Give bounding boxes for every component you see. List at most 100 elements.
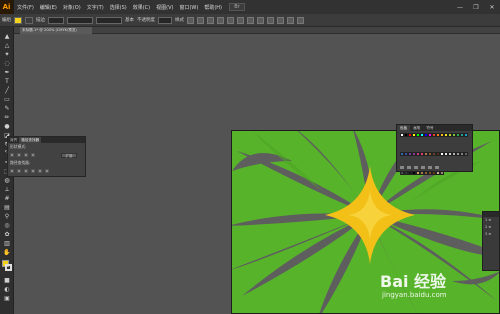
screen-mode-icon[interactable]: ▣: [3, 295, 11, 302]
window-controls: — ❐ ✕: [452, 0, 500, 14]
minus-back-icon[interactable]: [45, 169, 49, 173]
variable-width-dropdown[interactable]: [67, 16, 93, 24]
outline-icon[interactable]: [38, 169, 42, 173]
isolate-icon[interactable]: [227, 16, 234, 24]
pathfinders-label: 路径查找器:: [10, 160, 31, 165]
show-kinds-icon[interactable]: [407, 166, 411, 169]
draw-mode-icon[interactable]: ◐: [3, 286, 11, 293]
crop-icon[interactable]: [31, 169, 35, 173]
magic-wand-tool-icon[interactable]: ✦: [3, 51, 11, 58]
stroke-swatch[interactable]: [25, 16, 33, 24]
rectangle-tool-icon[interactable]: ▭: [3, 96, 11, 103]
expand-button[interactable]: 扩展: [61, 152, 77, 158]
fill-swatch[interactable]: [14, 16, 22, 24]
line-tool-icon[interactable]: ╱: [3, 87, 11, 94]
selection-tool-icon[interactable]: ▲: [3, 33, 11, 40]
symbol-sprayer-tool-icon[interactable]: ✿: [3, 231, 11, 238]
graph-tool-icon[interactable]: ▥: [3, 240, 11, 247]
align-icon[interactable]: [207, 16, 214, 24]
illustrator-window: Ai 文件(F) 编辑(E) 对象(O) 文字(T) 选择(S) 效果(C) 视…: [0, 0, 500, 314]
right-panel-line-3[interactable]: 3 ≡: [483, 231, 499, 238]
gradient-tool-icon[interactable]: ▤: [3, 204, 11, 211]
right-panel-line-2[interactable]: 2 ≡: [483, 224, 499, 231]
stroke-color-swatch[interactable]: [5, 264, 12, 271]
brush-definition-dropdown[interactable]: [96, 16, 122, 24]
pathfinders-label-row: 路径查找器:: [8, 159, 85, 167]
menu-select[interactable]: 选择(S): [107, 4, 130, 11]
document-tab[interactable]: 未标题-1* @ 200% (CMYK/预览): [20, 27, 92, 34]
swatch-library-icon[interactable]: [400, 166, 404, 169]
menu-type[interactable]: 文字(T): [84, 4, 107, 11]
restore-icon[interactable]: ❐: [468, 4, 484, 11]
blend-tool-icon[interactable]: ◎: [3, 222, 11, 229]
menu-view[interactable]: 视图(V): [153, 4, 176, 11]
minimize-icon[interactable]: —: [452, 4, 468, 11]
opacity-label: 不透明度: [137, 18, 155, 23]
align-bottom-icon[interactable]: [287, 16, 294, 24]
align-top-icon[interactable]: [267, 16, 274, 24]
blob-brush-tool-icon[interactable]: ●: [3, 123, 11, 130]
menu-file[interactable]: 文件(F): [14, 4, 37, 11]
pathfinder-panel: 对齐 路径查找器 形状模式: 扩展 路径查找器:: [7, 136, 86, 177]
merge-icon[interactable]: [24, 169, 28, 173]
tab-brushes[interactable]: 画笔: [410, 125, 423, 131]
new-swatch-icon[interactable]: [428, 166, 432, 169]
pencil-tool-icon[interactable]: ✏: [3, 114, 11, 121]
menu-help[interactable]: 帮助(H): [201, 4, 225, 11]
menu-edit[interactable]: 编辑(E): [37, 4, 60, 11]
perspective-grid-tool-icon[interactable]: ⟂: [3, 186, 11, 193]
new-color-group-icon[interactable]: [421, 166, 425, 169]
menu-bar: Ai 文件(F) 编辑(E) 对象(O) 文字(T) 选择(S) 效果(C) 视…: [0, 0, 500, 14]
align-left-icon[interactable]: [237, 16, 244, 24]
menu-object[interactable]: 对象(O): [60, 4, 84, 11]
watermark-logo: Bai 经验: [380, 272, 447, 291]
tab-pathfinder[interactable]: 路径查找器: [19, 137, 42, 143]
tab-symbols[interactable]: 符号: [423, 125, 436, 131]
tab-swatches[interactable]: 色板: [397, 125, 411, 131]
paintbrush-tool-icon[interactable]: ✎: [3, 105, 11, 112]
divide-icon[interactable]: [10, 169, 14, 173]
align-center-icon[interactable]: [247, 16, 254, 24]
swatch-options-icon[interactable]: [414, 166, 418, 169]
right-panel-line-1[interactable]: 1 ≡: [483, 217, 499, 224]
trim-icon[interactable]: [17, 169, 21, 173]
graphic-style-icon[interactable]: [187, 16, 194, 24]
direct-selection-tool-icon[interactable]: △: [3, 42, 11, 49]
swatch-grid: [400, 133, 471, 190]
shape-modes-row: 扩展: [8, 151, 85, 159]
hand-tool-icon[interactable]: ✋: [3, 249, 11, 256]
delete-swatch-icon[interactable]: [435, 166, 439, 169]
color-mode-icon[interactable]: ■: [3, 277, 11, 284]
shape-modes-label-row: 形状模式:: [8, 143, 85, 151]
recolor-icon[interactable]: [197, 16, 204, 24]
shape-modes-label: 形状模式:: [10, 144, 27, 149]
mesh-tool-icon[interactable]: #: [3, 195, 11, 202]
swatch[interactable]: [464, 133, 468, 137]
tab-align[interactable]: 对齐: [8, 137, 19, 143]
opacity-field[interactable]: [158, 16, 172, 24]
swatches-footer: [400, 166, 439, 169]
transform-icon[interactable]: [217, 16, 224, 24]
intersect-icon[interactable]: [24, 153, 28, 157]
stroke-weight-field[interactable]: [48, 16, 64, 24]
shape-builder-tool-icon[interactable]: ◍: [3, 177, 11, 184]
app-logo: Ai: [0, 0, 14, 14]
pen-tool-icon[interactable]: ✒: [3, 69, 11, 76]
menu-options-icon[interactable]: [297, 16, 304, 24]
menu-window[interactable]: 窗口(W): [176, 4, 201, 11]
swatch[interactable]: [464, 152, 468, 156]
minus-front-icon[interactable]: [17, 153, 21, 157]
align-right-icon[interactable]: [257, 16, 264, 24]
type-tool-icon[interactable]: T: [3, 78, 11, 85]
control-bar: 编组 描边 基本 不透明度 样式: [0, 14, 500, 27]
eyedropper-tool-icon[interactable]: ⚲: [3, 213, 11, 220]
align-middle-icon[interactable]: [277, 16, 284, 24]
lasso-tool-icon[interactable]: ◌: [3, 60, 11, 67]
swatch[interactable]: [440, 171, 444, 175]
unite-icon[interactable]: [10, 153, 14, 157]
baidu-watermark: Bai 经验 jingyan.baidu.com: [378, 268, 500, 312]
exclude-icon[interactable]: [31, 153, 35, 157]
bridge-button[interactable]: Br: [229, 3, 245, 11]
close-icon[interactable]: ✕: [484, 4, 500, 11]
menu-effect[interactable]: 效果(C): [130, 4, 153, 11]
